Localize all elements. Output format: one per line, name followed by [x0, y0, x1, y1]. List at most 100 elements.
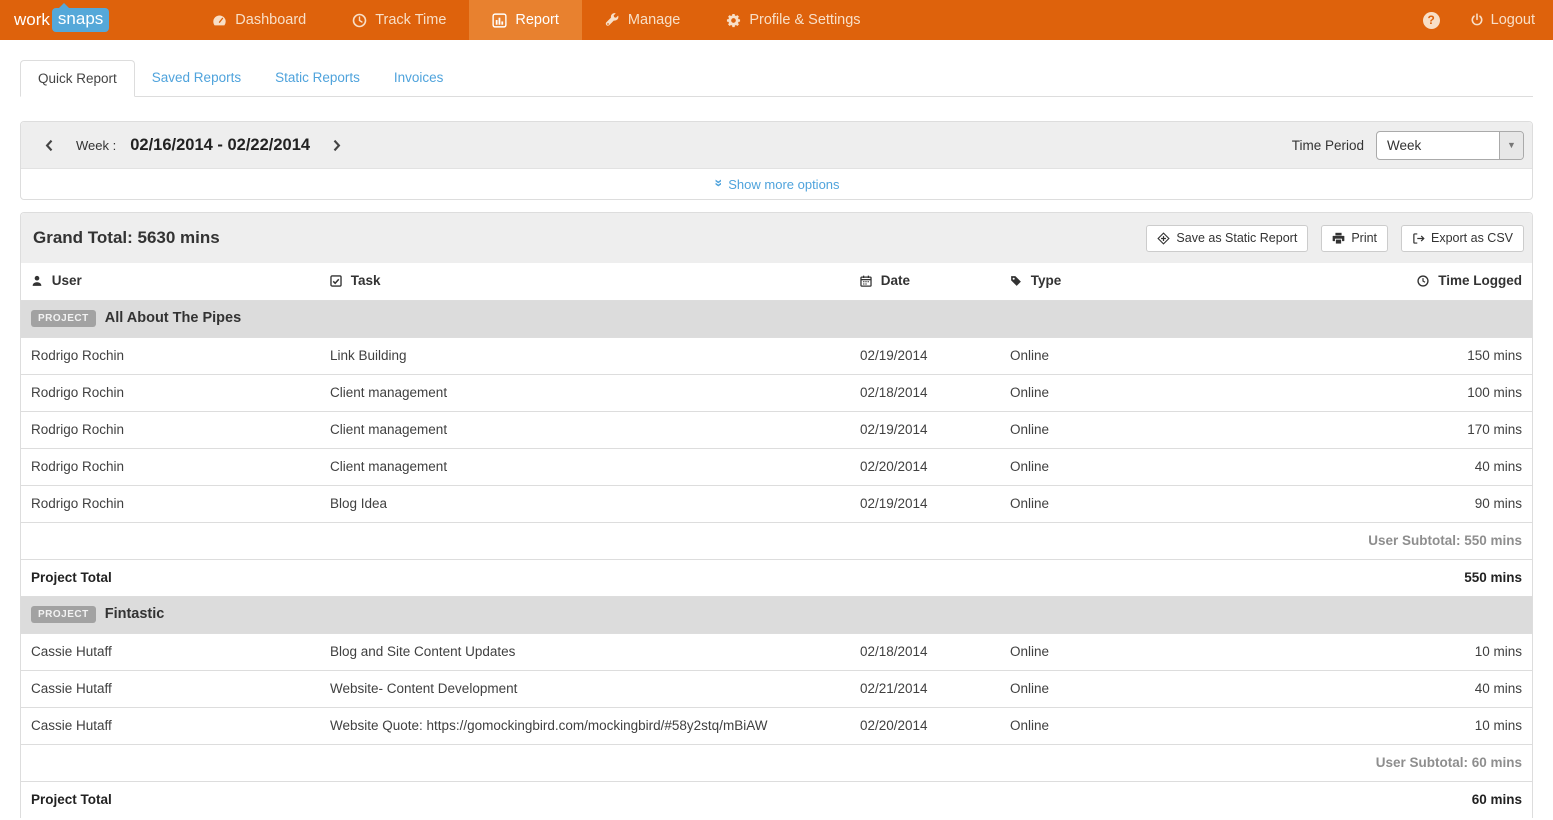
column-header-date: Date	[852, 263, 1002, 300]
nav-label: Manage	[628, 12, 680, 28]
cell-user: Rodrigo Rochin	[21, 374, 322, 411]
logout-button[interactable]: Logout	[1470, 12, 1535, 28]
tab-quick-report[interactable]: Quick Report	[20, 60, 135, 97]
cell-task: Client management	[322, 448, 852, 485]
time-period-value: Week	[1377, 132, 1499, 159]
nav-item-dashboard[interactable]: Dashboard	[189, 0, 329, 40]
grand-total: Grand Total: 5630 mins	[33, 228, 220, 248]
project-total-value: 60 mins	[1202, 781, 1532, 818]
user-subtotal: User Subtotal: 60 mins	[21, 744, 1532, 781]
week-selector-bar: Week : 02/16/2014 - 02/22/2014 Time Peri…	[21, 122, 1532, 169]
nav-item-report[interactable]: Report	[469, 0, 582, 40]
task-check-icon	[330, 275, 342, 290]
cell-type: Online	[1002, 448, 1202, 485]
help-icon[interactable]: ?	[1423, 12, 1440, 29]
tab-static-reports[interactable]: Static Reports	[258, 60, 377, 97]
select-arrow-icon: ▼	[1499, 132, 1523, 159]
tab-saved-reports[interactable]: Saved Reports	[135, 60, 258, 97]
cell-type: Online	[1002, 374, 1202, 411]
column-header-time-logged: Time Logged	[1202, 263, 1532, 300]
project-header-row: PROJECTFintastic	[21, 596, 1532, 633]
cell-user: Rodrigo Rochin	[21, 337, 322, 374]
time-entry-row: Rodrigo RochinBlog Idea02/19/2014Online9…	[21, 485, 1532, 522]
cell-type: Online	[1002, 633, 1202, 670]
cell-time-logged: 40 mins	[1202, 670, 1532, 707]
column-header-task: Task	[322, 263, 852, 300]
nav-item-track-time[interactable]: Track Time	[329, 0, 469, 40]
export-icon	[1412, 232, 1425, 245]
time-period-select[interactable]: Week ▼	[1376, 131, 1524, 160]
print-button[interactable]: Print	[1321, 225, 1388, 252]
export-as-csv-button[interactable]: Export as CSV	[1401, 225, 1524, 252]
cell-date: 02/19/2014	[852, 411, 1002, 448]
clock-icon	[1417, 275, 1429, 290]
logout-label: Logout	[1491, 12, 1535, 28]
column-header-type: Type	[1002, 263, 1202, 300]
printer-icon	[1332, 232, 1345, 245]
chevron-right-icon	[330, 139, 343, 152]
nav-label: Profile & Settings	[749, 12, 860, 28]
time-entry-row: Rodrigo RochinClient management02/18/201…	[21, 374, 1532, 411]
time-period-label: Time Period	[1292, 138, 1364, 153]
time-entry-row: Cassie HutaffBlog and Site Content Updat…	[21, 633, 1532, 670]
cell-task: Client management	[322, 374, 852, 411]
user-subtotal-row: User Subtotal: 550 mins	[21, 522, 1532, 559]
user-icon	[31, 275, 43, 290]
clock-icon	[352, 13, 367, 28]
cell-user: Cassie Hutaff	[21, 707, 322, 744]
double-chevron-down-icon: «	[709, 179, 725, 187]
save-static-icon	[1157, 232, 1170, 245]
cell-type: Online	[1002, 670, 1202, 707]
cell-user: Rodrigo Rochin	[21, 448, 322, 485]
nav-item-manage[interactable]: Manage	[582, 0, 703, 40]
logo-text-work: work	[14, 10, 50, 30]
project-badge: PROJECT	[31, 606, 96, 623]
report-panel: Grand Total: 5630 mins Save as Static Re…	[20, 212, 1533, 818]
cell-type: Online	[1002, 411, 1202, 448]
table-header-row: User Task Date Type Time Logged	[21, 263, 1532, 300]
cell-date: 02/18/2014	[852, 633, 1002, 670]
tag-icon	[1010, 275, 1022, 290]
project-total-value: 550 mins	[1202, 559, 1532, 596]
cell-task: Blog Idea	[322, 485, 852, 522]
nav-label: Dashboard	[235, 12, 306, 28]
cell-task: Link Building	[322, 337, 852, 374]
cell-type: Online	[1002, 707, 1202, 744]
cell-task: Website Quote: https://gomockingbird.com…	[322, 707, 852, 744]
button-label: Export as CSV	[1431, 231, 1513, 245]
cell-task: Client management	[322, 411, 852, 448]
cell-date: 02/21/2014	[852, 670, 1002, 707]
week-date-range: 02/16/2014 - 02/22/2014	[130, 136, 310, 155]
nav-item-profile-settings[interactable]: Profile & Settings	[703, 0, 883, 40]
cell-task: Website- Content Development	[322, 670, 852, 707]
save-as-static-report-button[interactable]: Save as Static Report	[1146, 225, 1308, 252]
worksnaps-logo[interactable]: worksnaps	[14, 0, 109, 40]
project-total-label: Project Total	[21, 781, 1202, 818]
time-entry-row: Cassie HutaffWebsite- Content Developmen…	[21, 670, 1532, 707]
project-total-label: Project Total	[21, 559, 1202, 596]
next-week-button[interactable]	[322, 139, 351, 152]
show-more-options-link[interactable]: « Show more options	[21, 169, 1532, 199]
cell-task: Blog and Site Content Updates	[322, 633, 852, 670]
cell-user: Cassie Hutaff	[21, 670, 322, 707]
dashboard-icon	[212, 13, 227, 28]
time-entry-row: Rodrigo RochinClient management02/20/201…	[21, 448, 1532, 485]
report-actions: Save as Static Report Print Export as CS…	[1146, 225, 1524, 252]
main-nav: Dashboard Track Time Report Manage Profi…	[189, 0, 883, 40]
report-table: User Task Date Type Time Logged	[21, 263, 1532, 818]
navbar-right: ? Logout	[1423, 0, 1535, 40]
wrench-icon	[605, 13, 620, 28]
time-entry-row: Cassie HutaffWebsite Quote: https://gomo…	[21, 707, 1532, 744]
cell-date: 02/20/2014	[852, 448, 1002, 485]
show-more-label: Show more options	[728, 177, 839, 192]
cell-time-logged: 90 mins	[1202, 485, 1532, 522]
previous-week-button[interactable]	[35, 139, 64, 152]
tab-invoices[interactable]: Invoices	[377, 60, 461, 97]
bar-chart-icon	[492, 13, 507, 28]
cell-time-logged: 170 mins	[1202, 411, 1532, 448]
project-total-row: Project Total60 mins	[21, 781, 1532, 818]
week-label: Week :	[76, 138, 116, 153]
period-panel: Week : 02/16/2014 - 02/22/2014 Time Peri…	[20, 121, 1533, 200]
cell-type: Online	[1002, 485, 1202, 522]
gear-icon	[726, 13, 741, 28]
